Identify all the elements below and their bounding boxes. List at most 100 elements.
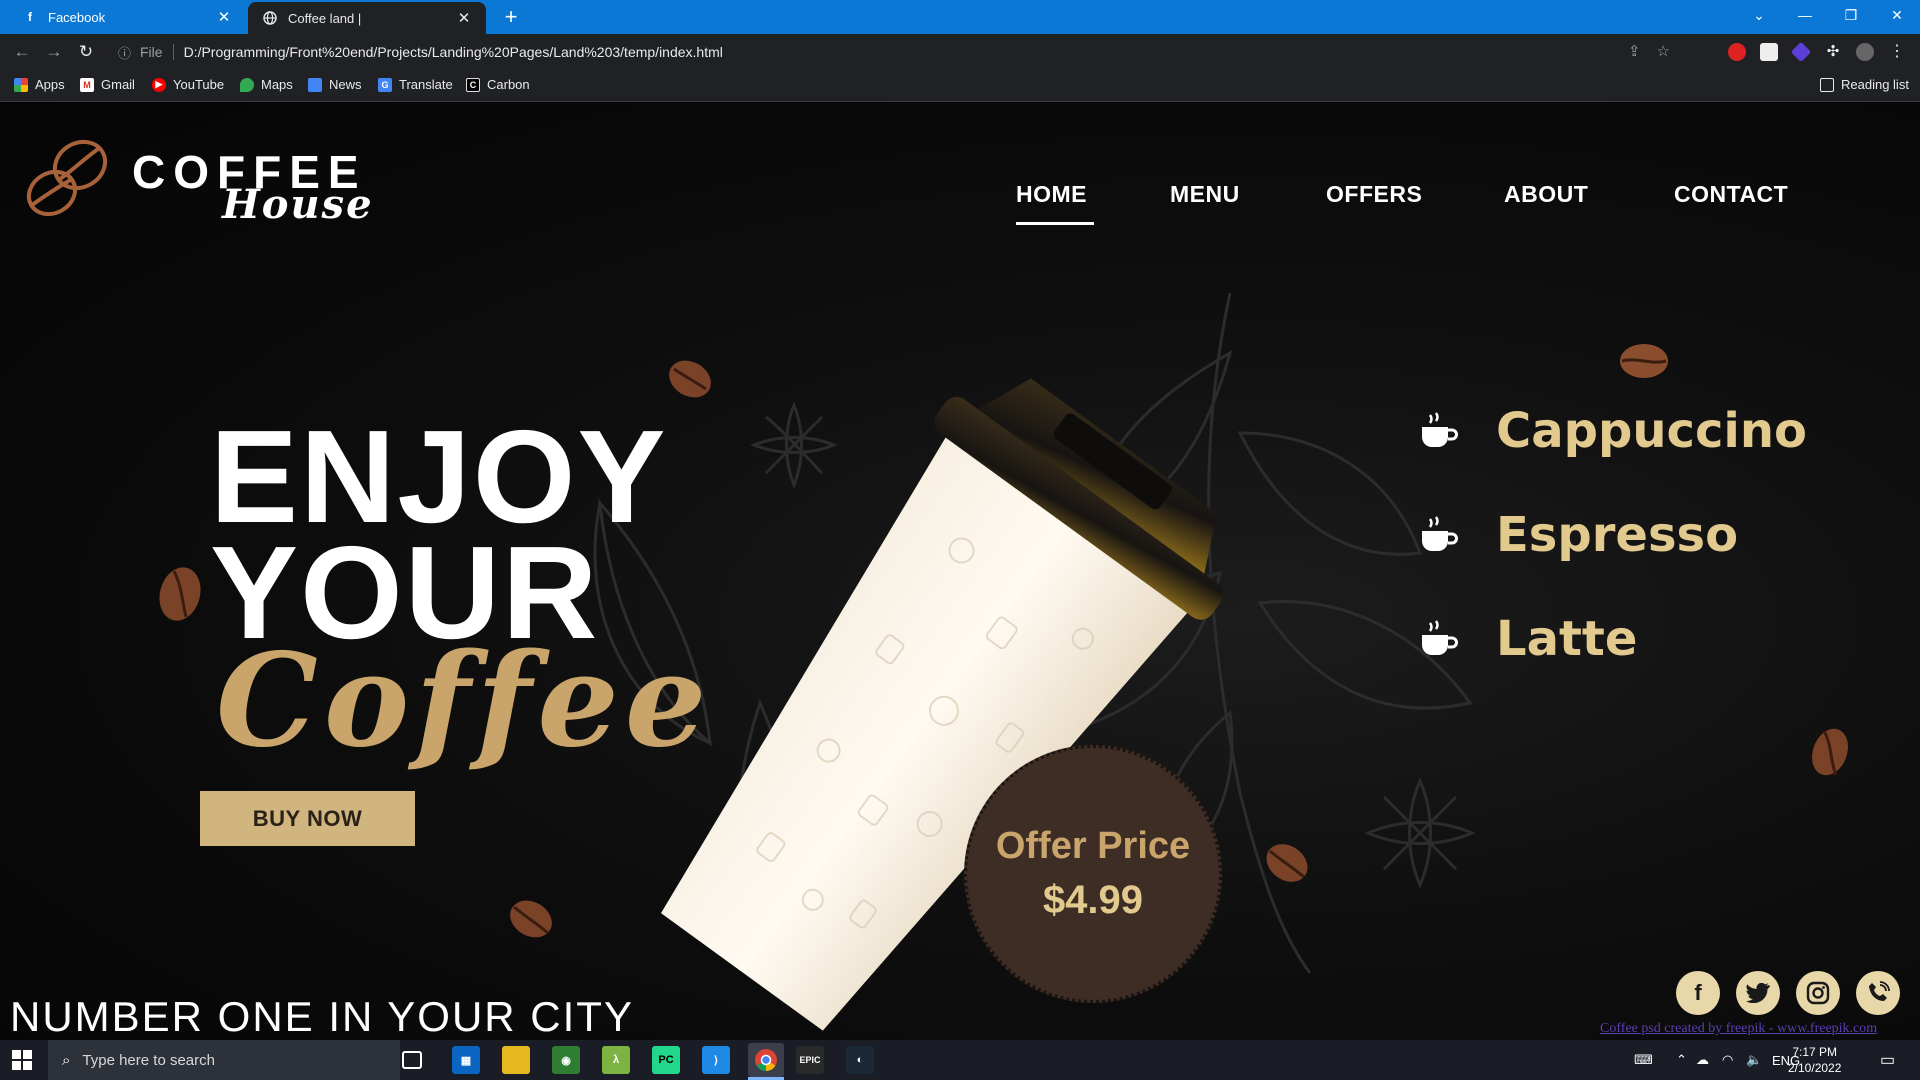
bookmark-carbon[interactable]: C Carbon <box>466 77 530 92</box>
reading-list-label: Reading list <box>1841 77 1909 92</box>
tab-label: Facebook <box>48 9 106 25</box>
url-text[interactable]: D:/Programming/Front%20end/Projects/Land… <box>184 44 723 60</box>
freepik-credit-link[interactable]: Coffee psd created by freepik - www.free… <box>1600 1021 1877 1037</box>
nav-menu[interactable]: MENU <box>1170 181 1240 208</box>
tab-search-icon[interactable]: ⌄ <box>1736 0 1782 30</box>
twitter-icon[interactable] <box>1736 971 1780 1015</box>
cloud-icon[interactable]: ☁ <box>1696 1040 1709 1080</box>
back-icon[interactable]: ← <box>10 40 34 64</box>
file-explorer-icon[interactable] <box>502 1046 530 1074</box>
windows-start-icon[interactable] <box>12 1050 32 1070</box>
notification-icon[interactable]: ▭ <box>1880 1040 1895 1080</box>
reading-list-button[interactable]: Reading list <box>1820 77 1909 92</box>
steam-icon[interactable]: ◐ <box>846 1046 874 1074</box>
close-tab-icon[interactable]: ✕ <box>456 9 472 27</box>
lambda-app-icon[interactable]: λ <box>602 1046 630 1074</box>
bookmark-label: Maps <box>261 77 293 92</box>
nav-contact[interactable]: CONTACT <box>1674 181 1788 208</box>
clock-time: 7:17 PM <box>1792 1045 1838 1059</box>
bookmark-label: Carbon <box>487 77 530 92</box>
info-icon[interactable]: ⓘ <box>118 43 140 62</box>
epic-games-icon[interactable]: EPIC <box>796 1046 824 1074</box>
nav-offers[interactable]: OFFERS <box>1326 181 1422 208</box>
extension-icon[interactable] <box>1760 43 1778 61</box>
coffee-bean-icon <box>159 567 201 621</box>
forward-icon[interactable]: → <box>42 40 66 64</box>
tagline: NUMBER ONE IN YOUR CITY <box>10 993 634 1040</box>
menu-kebab-icon[interactable]: ⋮ <box>1888 43 1906 61</box>
restore-button[interactable]: ❐ <box>1828 0 1874 30</box>
nav-about[interactable]: ABOUT <box>1504 181 1588 208</box>
nav-active-indicator <box>1016 222 1094 225</box>
facebook-icon[interactable]: f <box>1676 971 1720 1015</box>
nvidia-icon[interactable]: ◉ <box>552 1046 580 1074</box>
translate-icon: G <box>378 77 392 92</box>
bookmark-maps[interactable]: Maps <box>240 77 293 92</box>
globe-icon <box>262 10 278 26</box>
logo-wordmark-house[interactable]: House <box>222 181 374 228</box>
coffee-bean-icon <box>1812 728 1848 776</box>
reading-list-icon <box>1820 77 1834 92</box>
bookmark-star-icon[interactable]: ☆ <box>1657 42 1670 60</box>
coffee-cup-icon <box>1422 620 1458 655</box>
nav-home[interactable]: HOME <box>1016 181 1087 208</box>
address-bar[interactable]: ⓘ File D:/Programming/Front%20end/Projec… <box>108 39 1680 65</box>
search-placeholder: Type here to search <box>82 1051 215 1069</box>
youtube-icon: ▶ <box>152 77 166 92</box>
new-tab-button[interactable]: + <box>498 4 524 30</box>
chevron-up-icon[interactable]: ⌃ <box>1676 1040 1687 1080</box>
speaker-icon[interactable]: 🔈 <box>1746 1040 1762 1080</box>
tab-coffee-land[interactable]: Coffee land | ✕ <box>248 2 486 34</box>
wifi-icon[interactable]: ◠ <box>1722 1040 1733 1080</box>
puzzle-extensions-icon[interactable]: ✣ <box>1824 43 1842 61</box>
chrome-icon[interactable] <box>748 1043 784 1077</box>
coffee-bean-icon <box>1620 344 1668 378</box>
store-icon[interactable]: ▦ <box>452 1046 480 1074</box>
instagram-icon[interactable] <box>1796 971 1840 1015</box>
menu-item-espresso[interactable]: Espresso <box>1418 507 1738 563</box>
browser-toolbar: ← → ↻ ⓘ File D:/Programming/Front%20end/… <box>0 34 1920 70</box>
pycharm-icon[interactable]: PC <box>652 1046 680 1074</box>
system-clock[interactable]: 7:17 PM 2/10/2022 <box>1788 1044 1841 1076</box>
offer-price: $4.99 <box>1042 878 1144 922</box>
menu-item-label: Espresso <box>1496 507 1739 563</box>
bookmarks-bar: Apps M Gmail ▶ YouTube Maps News G Trans… <box>0 70 1920 102</box>
apps-grid-icon <box>14 77 28 92</box>
profile-avatar[interactable] <box>1856 43 1874 61</box>
tab-facebook[interactable]: f Facebook ✕ <box>8 0 246 34</box>
vscode-icon[interactable]: ⟩ <box>702 1046 730 1074</box>
coffee-bean-icon <box>669 360 711 398</box>
news-icon <box>308 77 322 92</box>
tab-bar: f Facebook ✕ Coffee land | ✕ + ⌄ — ❐ ✕ <box>0 0 1920 34</box>
coffee-bean-icon <box>1266 844 1308 882</box>
bookmark-youtube[interactable]: ▶ YouTube <box>152 77 224 92</box>
gmail-icon: M <box>80 77 94 92</box>
windows-taskbar: ⌕ Type here to search ▦ ◉ λ PC ⟩ EPIC ◐ … <box>0 1040 1920 1080</box>
bookmark-label: Apps <box>35 77 65 92</box>
facebook-favicon-icon: f <box>28 10 32 24</box>
extension-icon[interactable] <box>1790 41 1812 63</box>
bookmark-news[interactable]: News <box>308 77 362 92</box>
offer-label: Offer Price <box>995 825 1191 867</box>
phone-icon[interactable] <box>1856 971 1900 1015</box>
reload-icon[interactable]: ↻ <box>74 40 98 64</box>
bookmark-apps[interactable]: Apps <box>14 77 65 92</box>
bookmark-translate[interactable]: G Translate <box>378 77 453 92</box>
bookmark-gmail[interactable]: M Gmail <box>80 77 135 92</box>
offer-price-badge: Offer Price $4.99 <box>964 745 1222 1003</box>
coffee-cup-icon <box>1422 516 1458 551</box>
minimize-button[interactable]: — <box>1782 0 1828 30</box>
menu-item-latte[interactable]: Latte <box>1418 611 1637 667</box>
task-view-icon[interactable] <box>402 1051 422 1069</box>
close-tab-icon[interactable]: ✕ <box>216 8 232 26</box>
tab-label: Coffee land | <box>288 10 362 26</box>
close-window-button[interactable]: ✕ <box>1874 0 1920 30</box>
taskbar-search-box[interactable]: ⌕ Type here to search <box>48 1040 400 1080</box>
menu-item-cappuccino[interactable]: Cappuccino <box>1418 403 1807 459</box>
keyboard-icon[interactable]: ⌨ <box>1634 1040 1653 1080</box>
share-icon[interactable]: ⇪ <box>1628 42 1641 60</box>
search-icon: ⌕ <box>62 1051 71 1069</box>
clock-date: 2/10/2022 <box>1788 1061 1842 1075</box>
extension-icon[interactable] <box>1728 43 1746 61</box>
buy-now-button[interactable]: BUY NOW <box>200 791 415 846</box>
